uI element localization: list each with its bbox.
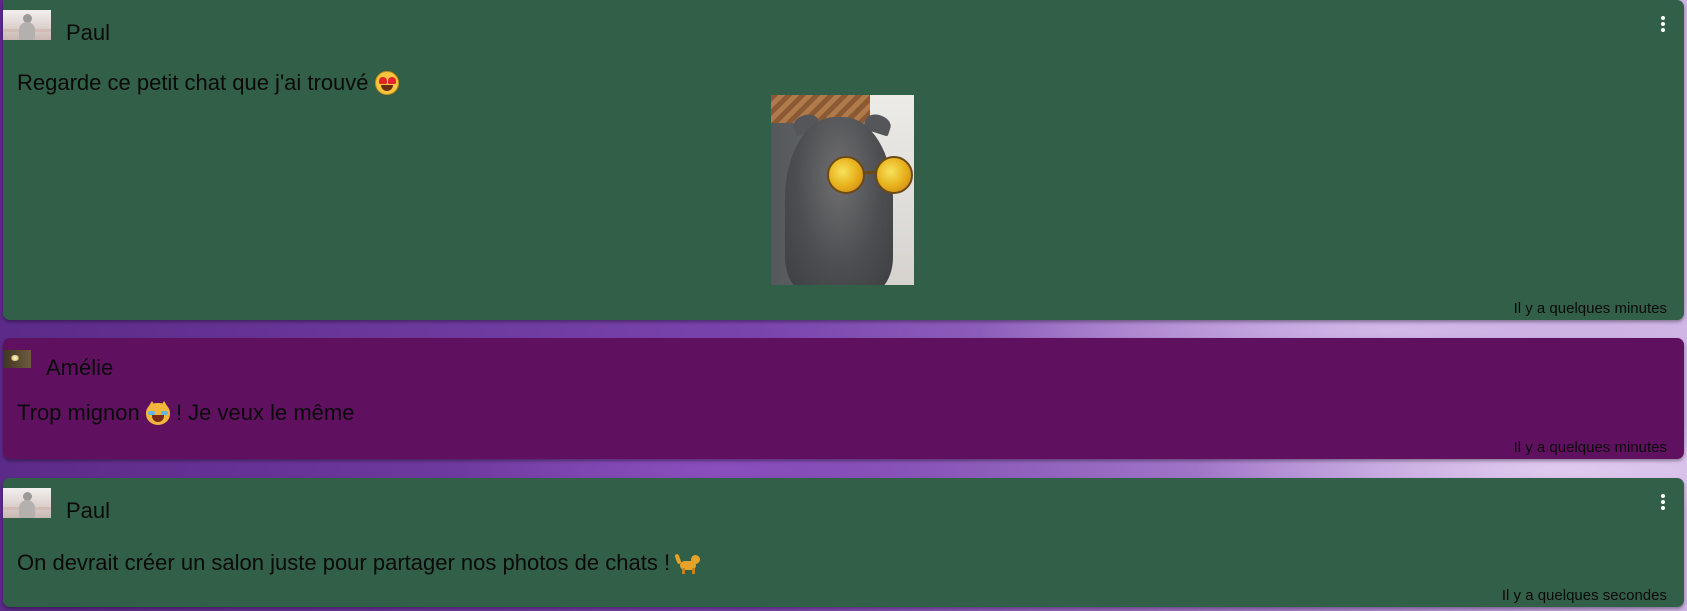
- message-text-before: Trop mignon: [17, 400, 140, 425]
- more-vertical-icon[interactable]: [1658, 14, 1668, 34]
- message-card: Paul On devrait créer un salon juste pou…: [3, 478, 1684, 607]
- message-text-after: ! Je veux le même: [175, 400, 355, 425]
- message-author[interactable]: Amélie: [46, 355, 113, 381]
- more-vertical-icon[interactable]: [1658, 492, 1668, 512]
- message-timestamp: Il y a quelques minutes: [1513, 439, 1667, 456]
- message-timestamp: Il y a quelques minutes: [1513, 300, 1667, 317]
- avatar[interactable]: [3, 488, 51, 518]
- message-text: Trop mignon ! Je veux le même: [17, 400, 354, 426]
- message-text: Regarde ce petit chat que j'ai trouvé: [17, 70, 399, 96]
- message-card: Amélie Trop mignon ! Je veux le même Il …: [3, 338, 1684, 459]
- heart-eyes-emoji: [374, 71, 399, 95]
- message-author[interactable]: Paul: [66, 20, 110, 46]
- message-text-content: On devrait créer un salon juste pour par…: [17, 550, 671, 575]
- message-author[interactable]: Paul: [66, 498, 110, 524]
- cat-with-sunglasses-photo[interactable]: [771, 95, 914, 285]
- message-feed: Paul Regarde ce petit chat que j'ai trou…: [0, 0, 1687, 611]
- avatar[interactable]: [3, 350, 31, 368]
- laughing-cat-emoji: [145, 401, 170, 425]
- cat-emoji: [674, 551, 701, 575]
- message-card: Paul Regarde ce petit chat que j'ai trou…: [3, 0, 1684, 320]
- message-text-content: Regarde ce petit chat que j'ai trouvé: [17, 70, 369, 95]
- message-text: On devrait créer un salon juste pour par…: [17, 550, 701, 576]
- message-timestamp: Il y a quelques secondes: [1501, 587, 1667, 604]
- avatar[interactable]: [3, 10, 51, 40]
